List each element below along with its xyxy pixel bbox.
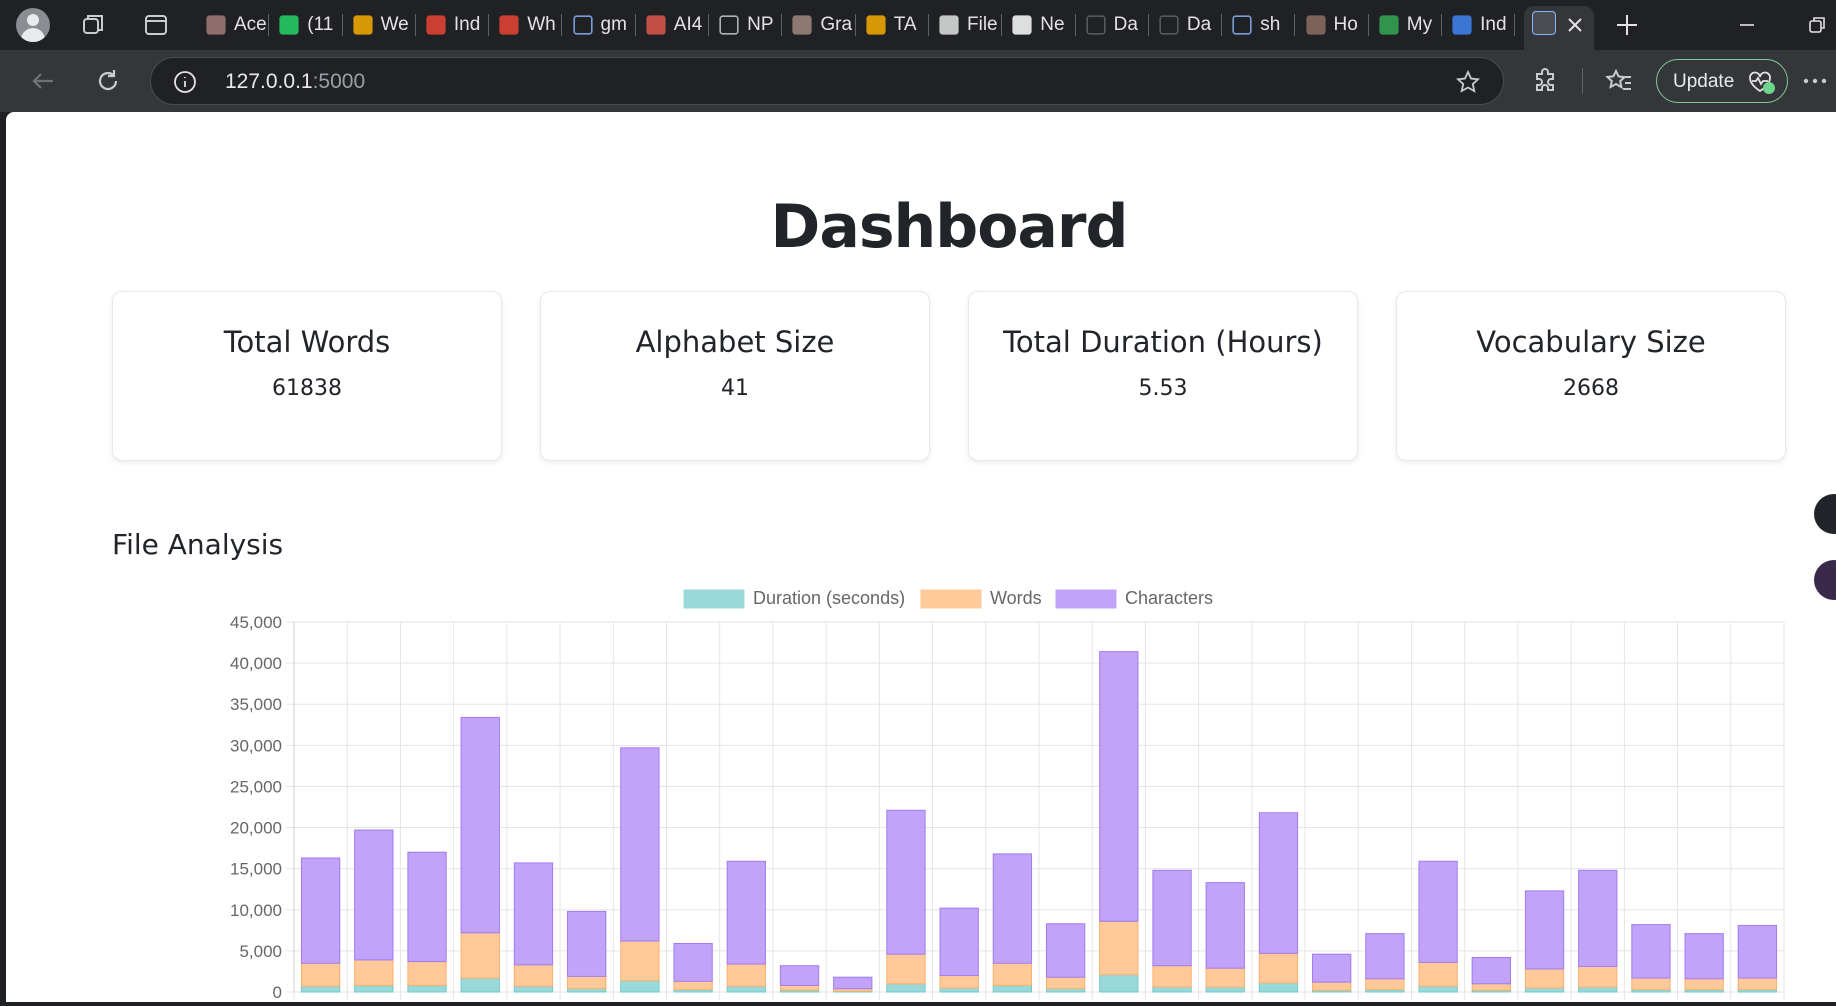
tab-title: Ind — [453, 14, 481, 35]
stat-card-alphabet-size: Alphabet Size 41 — [540, 291, 930, 461]
tab-title: File — [967, 14, 998, 35]
tab-title: Gra — [820, 14, 853, 35]
toolbar-divider — [1582, 68, 1583, 94]
floating-widget[interactable] — [1814, 494, 1836, 534]
url-host: 127.0.0.1 — [225, 70, 313, 93]
tab-title: NP — [747, 14, 774, 35]
browser-tab[interactable]: Ind — [1442, 8, 1516, 42]
url-text: 127.0.0.1:5000 — [225, 70, 365, 94]
terminal-icon — [1085, 15, 1106, 35]
search-icon — [572, 15, 593, 35]
stat-card-title: Alphabet Size — [635, 325, 835, 359]
new-tab-icon[interactable] — [1614, 12, 1640, 38]
tab-title: Ho — [1333, 14, 1358, 35]
tab-title: TA — [893, 14, 917, 35]
tab-title: (11 — [307, 14, 334, 35]
profile-avatar[interactable] — [16, 8, 50, 42]
tab-active[interactable] — [1524, 6, 1594, 50]
browser-tab[interactable]: Da — [1076, 8, 1149, 42]
browser-tab[interactable]: Wh — [489, 8, 563, 42]
tab-title: Ind — [1480, 14, 1507, 35]
page-title: Dashboard — [770, 192, 1129, 262]
page-content: Dashboard Total Words 61838 Alphabet Siz… — [6, 112, 1836, 1002]
terminal-icon — [1532, 11, 1556, 35]
tab-title: Da — [1113, 14, 1138, 35]
vertical-tabs-icon[interactable] — [141, 10, 171, 40]
tab-title: Ne — [1040, 14, 1065, 35]
stat-card-value: 41 — [721, 376, 749, 401]
avatar-icon — [792, 15, 812, 35]
browser-tab[interactable]: gm — [563, 8, 636, 42]
minimize-icon[interactable] — [1734, 12, 1760, 38]
reload-icon[interactable] — [93, 66, 123, 96]
section-title: File Analysis — [112, 528, 284, 561]
terminal-icon — [1159, 15, 1179, 35]
more-menu-icon[interactable] — [1800, 66, 1830, 96]
browser-tab[interactable]: File — [929, 8, 1003, 42]
browser-tab[interactable]: (11 — [269, 8, 343, 42]
drive-icon — [1379, 15, 1399, 35]
url-port: :5000 — [312, 70, 366, 93]
update-status-dot — [1763, 82, 1775, 94]
stat-card-title: Total Duration (Hours) — [1003, 325, 1323, 359]
browser-tab[interactable]: Gra — [782, 8, 856, 42]
update-label: Update — [1673, 71, 1735, 92]
tab-title: gm — [600, 14, 627, 35]
stat-card-value: 2668 — [1563, 376, 1619, 401]
browser-tab[interactable]: Ind — [416, 8, 490, 42]
close-tab-icon[interactable] — [1564, 14, 1586, 36]
openai-icon — [939, 15, 959, 35]
browser-tab[interactable]: Ace — [196, 8, 270, 42]
browser-tab[interactable]: sh — [1222, 8, 1296, 42]
pdf-icon — [646, 15, 666, 35]
favorites-icon[interactable] — [1604, 66, 1634, 96]
tab-strip: Ace (11 We Ind Wh gm AI4 NP Gra TA File Ne Da Da sh Ho M… — [0, 0, 1836, 50]
bookmark-star-icon[interactable] — [1455, 69, 1481, 95]
stat-card-vocabulary-size: Vocabulary Size 2668 — [1396, 291, 1786, 461]
browser-tab[interactable]: Da — [1149, 8, 1223, 42]
address-bar[interactable]: 127.0.0.1:5000 — [150, 57, 1504, 105]
gmail-icon — [426, 15, 446, 35]
stat-card-total-words: Total Words 61838 — [112, 291, 502, 461]
calendar-icon — [1452, 15, 1472, 35]
search-icon — [1232, 15, 1252, 35]
stat-card-title: Vocabulary Size — [1476, 325, 1706, 359]
site-info-icon[interactable] — [173, 70, 197, 94]
infinity-icon — [352, 15, 373, 35]
whatsapp-icon — [279, 15, 299, 35]
stat-card-total-duration: Total Duration (Hours) 5.53 — [968, 291, 1358, 461]
browser-tab[interactable]: Ne — [1002, 8, 1076, 42]
tab-title: We — [380, 14, 409, 35]
update-button[interactable]: Update — [1656, 59, 1788, 103]
browser-tab[interactable]: My — [1369, 8, 1443, 42]
stat-card-value: 61838 — [272, 376, 342, 401]
back-icon[interactable] — [28, 66, 58, 96]
tab-title: AI4 — [673, 14, 703, 35]
extensions-icon[interactable] — [1531, 66, 1561, 96]
github-icon — [1012, 15, 1032, 35]
image-icon — [1305, 15, 1326, 35]
browser-toolbar: 127.0.0.1:5000 Update — [0, 50, 1836, 112]
workspaces-icon[interactable] — [78, 10, 108, 40]
browser-tab[interactable]: Ho — [1296, 8, 1369, 42]
tab-title: Wh — [527, 14, 556, 35]
infinity-icon — [866, 15, 886, 35]
stat-card-value: 5.53 — [1138, 376, 1188, 401]
browser-tab[interactable]: TA — [856, 8, 929, 42]
tab-title: Ace — [234, 14, 267, 35]
browser-tab[interactable]: NP — [709, 8, 783, 42]
image-icon — [206, 15, 226, 35]
browser-tab[interactable]: AI4 — [636, 8, 710, 42]
floating-widget[interactable] — [1814, 560, 1836, 600]
tab-title: sh — [1260, 14, 1281, 35]
file-icon — [719, 15, 739, 35]
restore-icon[interactable] — [1804, 12, 1830, 38]
tab-title: My — [1406, 14, 1433, 35]
browser-tab[interactable]: We — [343, 8, 416, 42]
tab-title: Da — [1186, 14, 1212, 35]
gmail-icon — [499, 15, 519, 35]
stat-card-title: Total Words — [223, 325, 391, 359]
